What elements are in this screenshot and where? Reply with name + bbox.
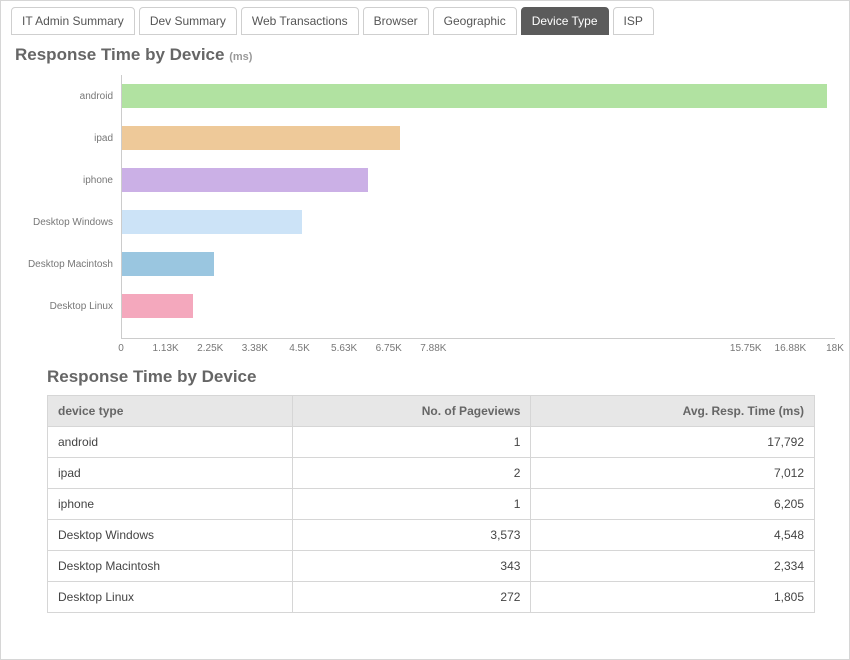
bar [122, 294, 193, 318]
tab-it-admin-summary[interactable]: IT Admin Summary [11, 7, 135, 35]
bar-row [122, 117, 835, 159]
table-row: iphone16,205 [48, 489, 815, 520]
col-resp-time[interactable]: Avg. Resp. Time (ms) [531, 396, 815, 427]
table-row: Desktop Macintosh3432,334 [48, 551, 815, 582]
cell-resp-time: 17,792 [531, 427, 815, 458]
chart-title: Response Time by Device (ms) [15, 45, 835, 65]
tab-dev-summary[interactable]: Dev Summary [139, 7, 237, 35]
cell-device: android [48, 427, 293, 458]
y-label: Desktop Macintosh [11, 243, 121, 285]
table-row: android117,792 [48, 427, 815, 458]
chart-bars [122, 75, 835, 326]
bar [122, 210, 302, 234]
tab-device-type[interactable]: Device Type [521, 7, 609, 35]
x-tick: 2.25K [197, 343, 223, 354]
x-tick: 4.5K [289, 343, 310, 354]
cell-resp-time: 6,205 [531, 489, 815, 520]
x-tick: 5.63K [331, 343, 357, 354]
col-pageviews[interactable]: No. of Pageviews [293, 396, 531, 427]
cell-resp-time: 2,334 [531, 551, 815, 582]
cell-device: ipad [48, 458, 293, 489]
x-tick: 0 [118, 343, 124, 354]
x-tick: 1.13K [153, 343, 179, 354]
tab-browser[interactable]: Browser [363, 7, 429, 35]
cell-resp-time: 1,805 [531, 582, 815, 613]
cell-resp-time: 4,548 [531, 520, 815, 551]
x-tick: 15.75K [730, 343, 762, 354]
chart-title-unit: (ms) [229, 51, 252, 63]
data-table: device type No. of Pageviews Avg. Resp. … [47, 395, 815, 613]
bar [122, 252, 214, 276]
cell-pageviews: 1 [293, 427, 531, 458]
y-label: ipad [11, 117, 121, 159]
cell-pageviews: 3,573 [293, 520, 531, 551]
cell-pageviews: 272 [293, 582, 531, 613]
bar-row [122, 159, 835, 201]
cell-device: Desktop Macintosh [48, 551, 293, 582]
bar-chart: androidipadiphoneDesktop WindowsDesktop … [11, 75, 835, 339]
cell-pageviews: 2 [293, 458, 531, 489]
y-label: Desktop Windows [11, 201, 121, 243]
x-tick: 18K [826, 343, 844, 354]
cell-pageviews: 343 [293, 551, 531, 582]
y-label: iphone [11, 159, 121, 201]
bar-row [122, 75, 835, 117]
y-label: Desktop Linux [11, 285, 121, 327]
bar-row [122, 201, 835, 243]
chart-section: Response Time by Device (ms) androidipad… [11, 45, 839, 349]
chart-plot-area [121, 75, 835, 339]
x-tick: 3.38K [242, 343, 268, 354]
tabs-bar: IT Admin SummaryDev SummaryWeb Transacti… [11, 7, 839, 35]
bar [122, 84, 827, 108]
tab-isp[interactable]: ISP [613, 7, 654, 35]
x-tick: 6.75K [376, 343, 402, 354]
table-row: Desktop Windows3,5734,548 [48, 520, 815, 551]
bar-row [122, 285, 835, 327]
x-tick: 7.88K [420, 343, 446, 354]
cell-device: Desktop Windows [48, 520, 293, 551]
bar-row [122, 243, 835, 285]
dashboard-page: IT Admin SummaryDev SummaryWeb Transacti… [0, 0, 850, 660]
table-section: Response Time by Device device type No. … [47, 367, 815, 613]
cell-pageviews: 1 [293, 489, 531, 520]
bar [122, 168, 368, 192]
cell-device: iphone [48, 489, 293, 520]
tab-web-transactions[interactable]: Web Transactions [241, 7, 359, 35]
y-label: android [11, 75, 121, 117]
x-tick: 16.88K [775, 343, 807, 354]
y-axis-labels: androidipadiphoneDesktop WindowsDesktop … [11, 75, 121, 339]
bar [122, 126, 400, 150]
table-row: ipad27,012 [48, 458, 815, 489]
cell-resp-time: 7,012 [531, 458, 815, 489]
table-row: Desktop Linux2721,805 [48, 582, 815, 613]
cell-device: Desktop Linux [48, 582, 293, 613]
chart-title-text: Response Time by Device [15, 45, 224, 64]
table-title: Response Time by Device [47, 367, 815, 387]
x-axis-ticks: 0 1.13K 2.25K 3.38K 4.5K 5.63K 6.75K 7.88K 15.75… [121, 339, 835, 359]
col-device-type[interactable]: device type [48, 396, 293, 427]
tab-geographic[interactable]: Geographic [433, 7, 517, 35]
table-header-row: device type No. of Pageviews Avg. Resp. … [48, 396, 815, 427]
